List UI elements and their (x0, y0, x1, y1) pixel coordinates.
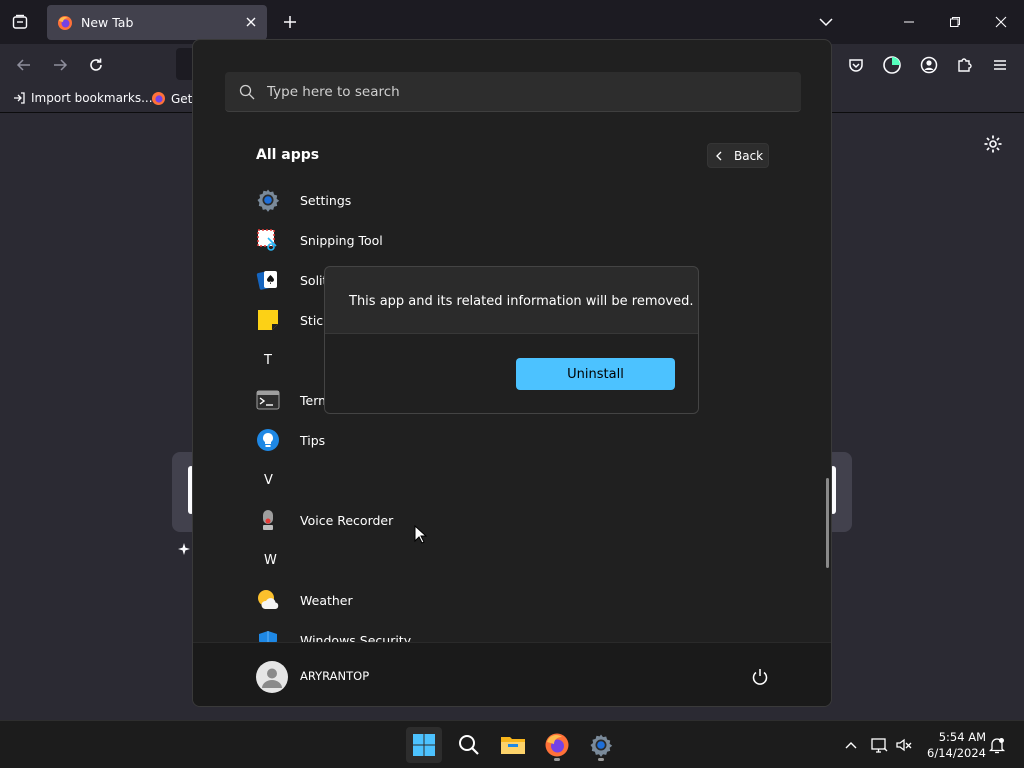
extensions-icon[interactable] (953, 54, 975, 76)
weather-icon (255, 587, 281, 613)
avatar[interactable] (256, 661, 288, 693)
sync-progress-icon[interactable] (881, 54, 903, 76)
getting-started-link[interactable]: Gett (151, 91, 197, 106)
tab-title: New Tab (81, 15, 134, 30)
list-item[interactable]: Voice Recorder (255, 506, 393, 534)
browser-tab[interactable]: New Tab (47, 5, 267, 40)
all-apps-heading: All apps (256, 147, 320, 163)
running-indicator (598, 758, 604, 761)
minimize-icon[interactable] (897, 10, 921, 34)
clock-time: 5:54 AM (938, 730, 986, 744)
user-icon (262, 668, 282, 688)
start-search-box[interactable] (225, 72, 801, 112)
account-icon[interactable] (918, 54, 940, 76)
list-item[interactable]: Windows Security (255, 626, 411, 642)
voice-recorder-icon (255, 507, 281, 533)
list-item[interactable]: Solit (255, 266, 327, 294)
new-tab-icon[interactable] (280, 12, 300, 32)
firefox-icon (58, 15, 72, 30)
chevron-down-icon[interactable] (816, 12, 836, 32)
power-icon[interactable] (750, 667, 770, 687)
gear-icon[interactable] (983, 134, 1003, 154)
list-item[interactable]: Weather (255, 586, 353, 614)
section-letter[interactable]: V (255, 466, 273, 494)
back-arrow-icon[interactable] (13, 54, 35, 76)
section-letter[interactable]: W (255, 546, 277, 574)
dialog-message: This app and its related information wil… (349, 294, 694, 309)
solitaire-icon (255, 267, 281, 293)
list-item[interactable]: Stick (255, 306, 330, 334)
clock-date: 6/14/2024 (927, 746, 986, 760)
menu-icon[interactable] (989, 54, 1011, 76)
firefox-icon (545, 733, 569, 757)
uninstall-confirm-dialog: This app and its related information wil… (324, 266, 699, 414)
settings-taskbar-button[interactable] (583, 727, 619, 763)
windows-logo-icon (413, 734, 435, 756)
back-button[interactable]: Back (707, 143, 769, 168)
running-indicator (554, 758, 560, 761)
close-tab-icon[interactable] (244, 15, 258, 29)
list-item[interactable]: Term (255, 386, 330, 414)
pocket-icon[interactable] (845, 54, 867, 76)
firefox-view-icon[interactable] (8, 10, 32, 34)
mouse-cursor-icon (414, 525, 428, 544)
search-icon (239, 84, 255, 100)
network-icon[interactable] (869, 735, 889, 755)
reload-icon[interactable] (85, 54, 107, 76)
taskbar-search-button[interactable] (451, 727, 487, 763)
settings-icon (255, 187, 281, 213)
system-clock[interactable]: 5:54 AM 6/14/2024 (922, 729, 986, 761)
taskbar: 5:54 AM 6/14/2024 (0, 720, 1024, 768)
tips-icon (255, 427, 281, 453)
windows-security-icon (255, 627, 281, 642)
list-item[interactable]: Settings (255, 186, 351, 214)
chevron-left-icon (716, 151, 722, 160)
browser-tab-bar: New Tab (0, 0, 1024, 44)
chevron-up-icon[interactable] (841, 735, 861, 755)
firefox-icon (152, 92, 165, 105)
volume-muted-icon[interactable] (894, 735, 914, 755)
file-explorer-button[interactable] (495, 727, 531, 763)
list-item[interactable]: Tips (255, 426, 325, 454)
sparkle-icon (178, 543, 190, 555)
forward-arrow-icon[interactable] (49, 54, 71, 76)
import-icon (14, 92, 25, 104)
folder-icon (501, 737, 525, 754)
start-button[interactable] (406, 727, 442, 763)
close-window-icon[interactable] (989, 10, 1013, 34)
uninstall-button[interactable]: Uninstall (516, 358, 675, 390)
restore-icon[interactable] (943, 10, 967, 34)
import-bookmarks-link[interactable]: Import bookmarks... (12, 91, 153, 105)
section-letter[interactable]: T (255, 346, 272, 374)
user-name[interactable]: ARYRANTOP (300, 669, 369, 683)
snipping-tool-icon (255, 227, 281, 253)
start-footer: ARYRANTOP (193, 642, 831, 706)
search-icon (459, 735, 479, 755)
settings-icon (590, 734, 613, 757)
sticky-notes-icon (255, 307, 281, 333)
start-search-input[interactable] (267, 80, 767, 104)
firefox-taskbar-button[interactable] (539, 727, 575, 763)
list-item[interactable]: Snipping Tool (255, 226, 383, 254)
notifications-icon[interactable] (987, 735, 1007, 755)
apps-scrollbar[interactable] (826, 478, 829, 568)
terminal-icon (255, 387, 281, 413)
